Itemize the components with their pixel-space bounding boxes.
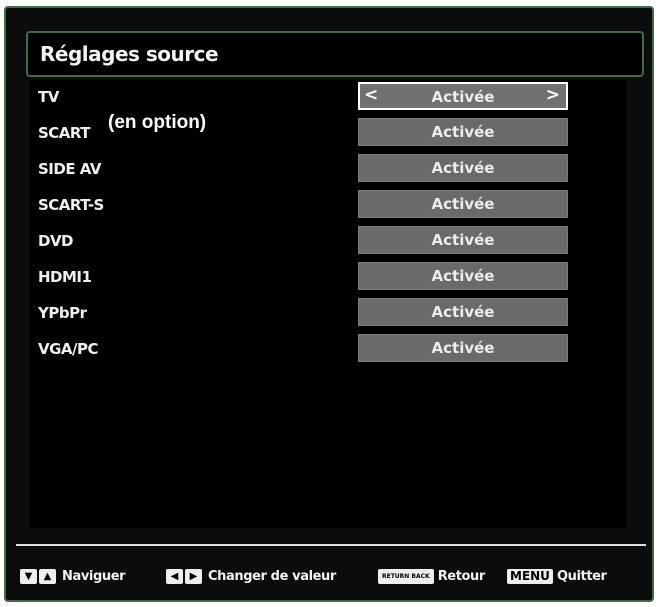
footer-hints: ▼ ▲ Naviguer ◀ ▶ Changer de valeur RETUR…	[16, 563, 646, 589]
up-arrow-key-icon: ▲	[39, 568, 56, 584]
source-value: Activée	[431, 231, 495, 249]
source-value: Activée	[431, 88, 495, 106]
hint-quit-label: Quitter	[556, 568, 607, 584]
source-label: DVD	[38, 232, 74, 250]
source-row-vga-pc[interactable]: VGA/PC Activée	[30, 334, 626, 366]
source-label: TV	[38, 88, 59, 106]
menu-key-icon: MENU	[507, 568, 553, 584]
return-back-key-icon: RETURN BACK	[378, 568, 434, 584]
source-label: YPbPr	[38, 304, 87, 322]
arrow-right-icon[interactable]: >	[546, 85, 560, 105]
hint-back-label: Retour	[437, 568, 486, 584]
source-value: Activée	[431, 267, 495, 285]
source-value-selector[interactable]: Activée	[358, 262, 568, 290]
source-value: Activée	[431, 195, 495, 213]
left-arrow-key-icon: ◀	[166, 568, 183, 584]
hint-change-value: ◀ ▶ Changer de valeur	[166, 563, 336, 589]
source-value-selector[interactable]: < Activée >	[358, 82, 568, 110]
source-row-ypbpr[interactable]: YPbPr Activée	[30, 298, 626, 330]
hint-change-label: Changer de valeur	[208, 568, 336, 584]
source-value-selector[interactable]: Activée	[358, 118, 568, 146]
source-label: HDMI1	[38, 268, 92, 286]
down-arrow-key-icon: ▼	[20, 568, 37, 584]
title-bar: Réglages source	[26, 31, 644, 77]
footer-divider	[16, 544, 646, 546]
source-value: Activée	[431, 123, 495, 141]
source-value: Activée	[431, 303, 495, 321]
source-row-scart-s[interactable]: SCART-S Activée	[30, 190, 626, 222]
hint-quit: MENU Quitter	[507, 563, 607, 589]
source-value-selector[interactable]: Activée	[358, 334, 568, 362]
arrow-left-icon[interactable]: <	[364, 85, 378, 105]
source-value-selector[interactable]: Activée	[358, 190, 568, 218]
optional-note: (en option)	[108, 112, 207, 133]
hint-back: RETURN BACK Retour	[378, 563, 485, 589]
source-settings-list: TV < Activée > SCART Activée SIDE AV Act…	[30, 80, 626, 528]
hint-navigate: ▼ ▲ Naviguer	[20, 563, 126, 589]
source-row-tv[interactable]: TV < Activée >	[30, 82, 626, 114]
right-arrow-key-icon: ▶	[185, 568, 202, 584]
source-value-selector[interactable]: Activée	[358, 154, 568, 182]
source-row-side-av[interactable]: SIDE AV Activée	[30, 154, 626, 186]
hint-navigate-label: Naviguer	[62, 568, 126, 584]
source-value: Activée	[431, 159, 495, 177]
source-value-selector[interactable]: Activée	[358, 226, 568, 254]
source-value-selector[interactable]: Activée	[358, 298, 568, 326]
source-label: VGA/PC	[38, 340, 99, 358]
source-row-dvd[interactable]: DVD Activée	[30, 226, 626, 258]
source-label: SCART	[38, 124, 91, 142]
page-title: Réglages source	[40, 42, 219, 66]
source-value: Activée	[431, 339, 495, 357]
source-row-hdmi1[interactable]: HDMI1 Activée	[30, 262, 626, 294]
source-label: SIDE AV	[38, 160, 102, 178]
source-label: SCART-S	[38, 196, 104, 214]
